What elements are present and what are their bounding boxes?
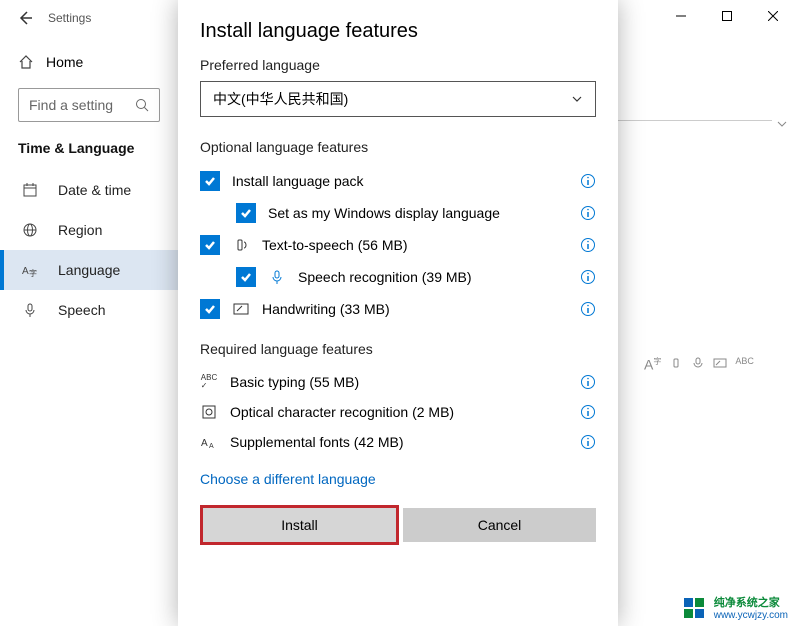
minimize-button[interactable] xyxy=(658,0,704,32)
selected-language-value: 中文(中华人民共和国) xyxy=(213,89,348,109)
handwriting-icon xyxy=(232,300,250,318)
window-controls xyxy=(658,0,796,32)
sidebar-item-region[interactable]: Region xyxy=(0,210,178,250)
required-label: Supplemental fonts (42 MB) xyxy=(230,434,568,450)
choose-different-language-link[interactable]: Choose a different language xyxy=(178,457,618,497)
sidebar-home-label: Home xyxy=(46,54,83,70)
option-speech-recognition[interactable]: Speech recognition (39 MB) xyxy=(178,261,618,293)
svg-text:A: A xyxy=(201,438,208,449)
sidebar-item-label: Region xyxy=(58,222,102,238)
option-label: Install language pack xyxy=(232,173,568,189)
sidebar-item-speech[interactable]: Speech xyxy=(0,290,178,330)
fonts-icon: AA xyxy=(200,433,218,451)
option-handwriting[interactable]: Handwriting (33 MB) xyxy=(178,293,618,325)
option-install-language-pack[interactable]: Install language pack xyxy=(178,165,618,197)
handwriting-feature-icon xyxy=(713,356,727,373)
option-label: Speech recognition (39 MB) xyxy=(298,269,568,285)
microphone-icon xyxy=(268,268,286,286)
info-icon[interactable] xyxy=(580,374,596,390)
tts-icon xyxy=(232,236,250,254)
sidebar-home[interactable]: Home xyxy=(0,50,178,88)
window-title: Settings xyxy=(48,11,91,25)
tts-feature-icon xyxy=(669,356,683,373)
home-icon xyxy=(18,54,34,70)
optional-features-header: Optional language features xyxy=(178,133,618,165)
info-icon[interactable] xyxy=(580,404,596,420)
abc-feature-icon: ABC xyxy=(735,356,754,373)
checkbox-checked[interactable] xyxy=(200,171,220,191)
sidebar-item-label: Date & time xyxy=(58,182,131,198)
search-icon xyxy=(135,98,149,112)
language-feature-icon: A字 xyxy=(644,356,661,373)
required-label: Optical character recognition (2 MB) xyxy=(230,404,568,420)
arrow-left-icon xyxy=(17,10,33,26)
info-icon[interactable] xyxy=(580,301,596,317)
sidebar-item-date-time[interactable]: Date & time xyxy=(0,170,178,210)
svg-text:A: A xyxy=(209,443,214,450)
dialog-button-row: Install Cancel xyxy=(178,505,618,545)
required-fonts: AA Supplemental fonts (42 MB) xyxy=(178,427,618,457)
checkbox-checked[interactable] xyxy=(200,235,220,255)
info-icon[interactable] xyxy=(580,205,596,221)
info-icon[interactable] xyxy=(580,237,596,253)
option-display-language[interactable]: Set as my Windows display language xyxy=(178,197,618,229)
install-language-dialog: Install language features Preferred lang… xyxy=(178,0,618,626)
required-label: Basic typing (55 MB) xyxy=(230,374,568,390)
sidebar-item-label: Language xyxy=(58,262,120,278)
sidebar: Home Find a setting Time & Language Date… xyxy=(0,36,178,626)
dialog-title: Install language features xyxy=(178,20,618,53)
calendar-icon xyxy=(22,182,40,198)
install-button[interactable]: Install xyxy=(200,505,399,545)
globe-icon xyxy=(22,222,40,238)
info-icon[interactable] xyxy=(580,434,596,450)
chevron-down-icon xyxy=(776,118,788,130)
cancel-button[interactable]: Cancel xyxy=(403,508,596,542)
svg-text:A: A xyxy=(22,266,29,277)
search-input[interactable]: Find a setting xyxy=(18,88,160,122)
sidebar-item-language[interactable]: A字 Language xyxy=(0,250,178,290)
back-button[interactable] xyxy=(10,3,40,33)
language-icon: A字 xyxy=(22,262,40,278)
preferred-language-label: Preferred language xyxy=(178,53,618,81)
chevron-down-icon xyxy=(571,93,583,105)
option-label: Handwriting (33 MB) xyxy=(262,301,568,317)
mic-feature-icon xyxy=(691,356,705,373)
close-button[interactable] xyxy=(750,0,796,32)
sidebar-section-header: Time & Language xyxy=(0,140,178,170)
minimize-icon xyxy=(676,11,686,21)
info-icon[interactable] xyxy=(580,269,596,285)
maximize-button[interactable] xyxy=(704,0,750,32)
search-placeholder: Find a setting xyxy=(29,97,135,113)
checkbox-checked[interactable] xyxy=(236,203,256,223)
option-label: Text-to-speech (56 MB) xyxy=(262,237,568,253)
maximize-icon xyxy=(722,11,732,21)
feature-icons-row: A字 ABC xyxy=(644,356,754,373)
checkbox-checked[interactable] xyxy=(200,299,220,319)
svg-text:字: 字 xyxy=(29,268,37,278)
required-features-header: Required language features xyxy=(178,335,618,367)
option-label: Set as my Windows display language xyxy=(268,205,568,221)
checkbox-checked[interactable] xyxy=(236,267,256,287)
preferred-language-select[interactable]: 中文(中华人民共和国) xyxy=(200,81,596,117)
required-ocr: Optical character recognition (2 MB) xyxy=(178,397,618,427)
ocr-icon xyxy=(200,403,218,421)
info-icon[interactable] xyxy=(580,173,596,189)
option-text-to-speech[interactable]: Text-to-speech (56 MB) xyxy=(178,229,618,261)
abc-icon: ABC✓ xyxy=(200,373,218,391)
required-basic-typing: ABC✓ Basic typing (55 MB) xyxy=(178,367,618,397)
microphone-icon xyxy=(22,302,40,318)
sidebar-item-label: Speech xyxy=(58,302,105,318)
close-icon xyxy=(768,11,778,21)
